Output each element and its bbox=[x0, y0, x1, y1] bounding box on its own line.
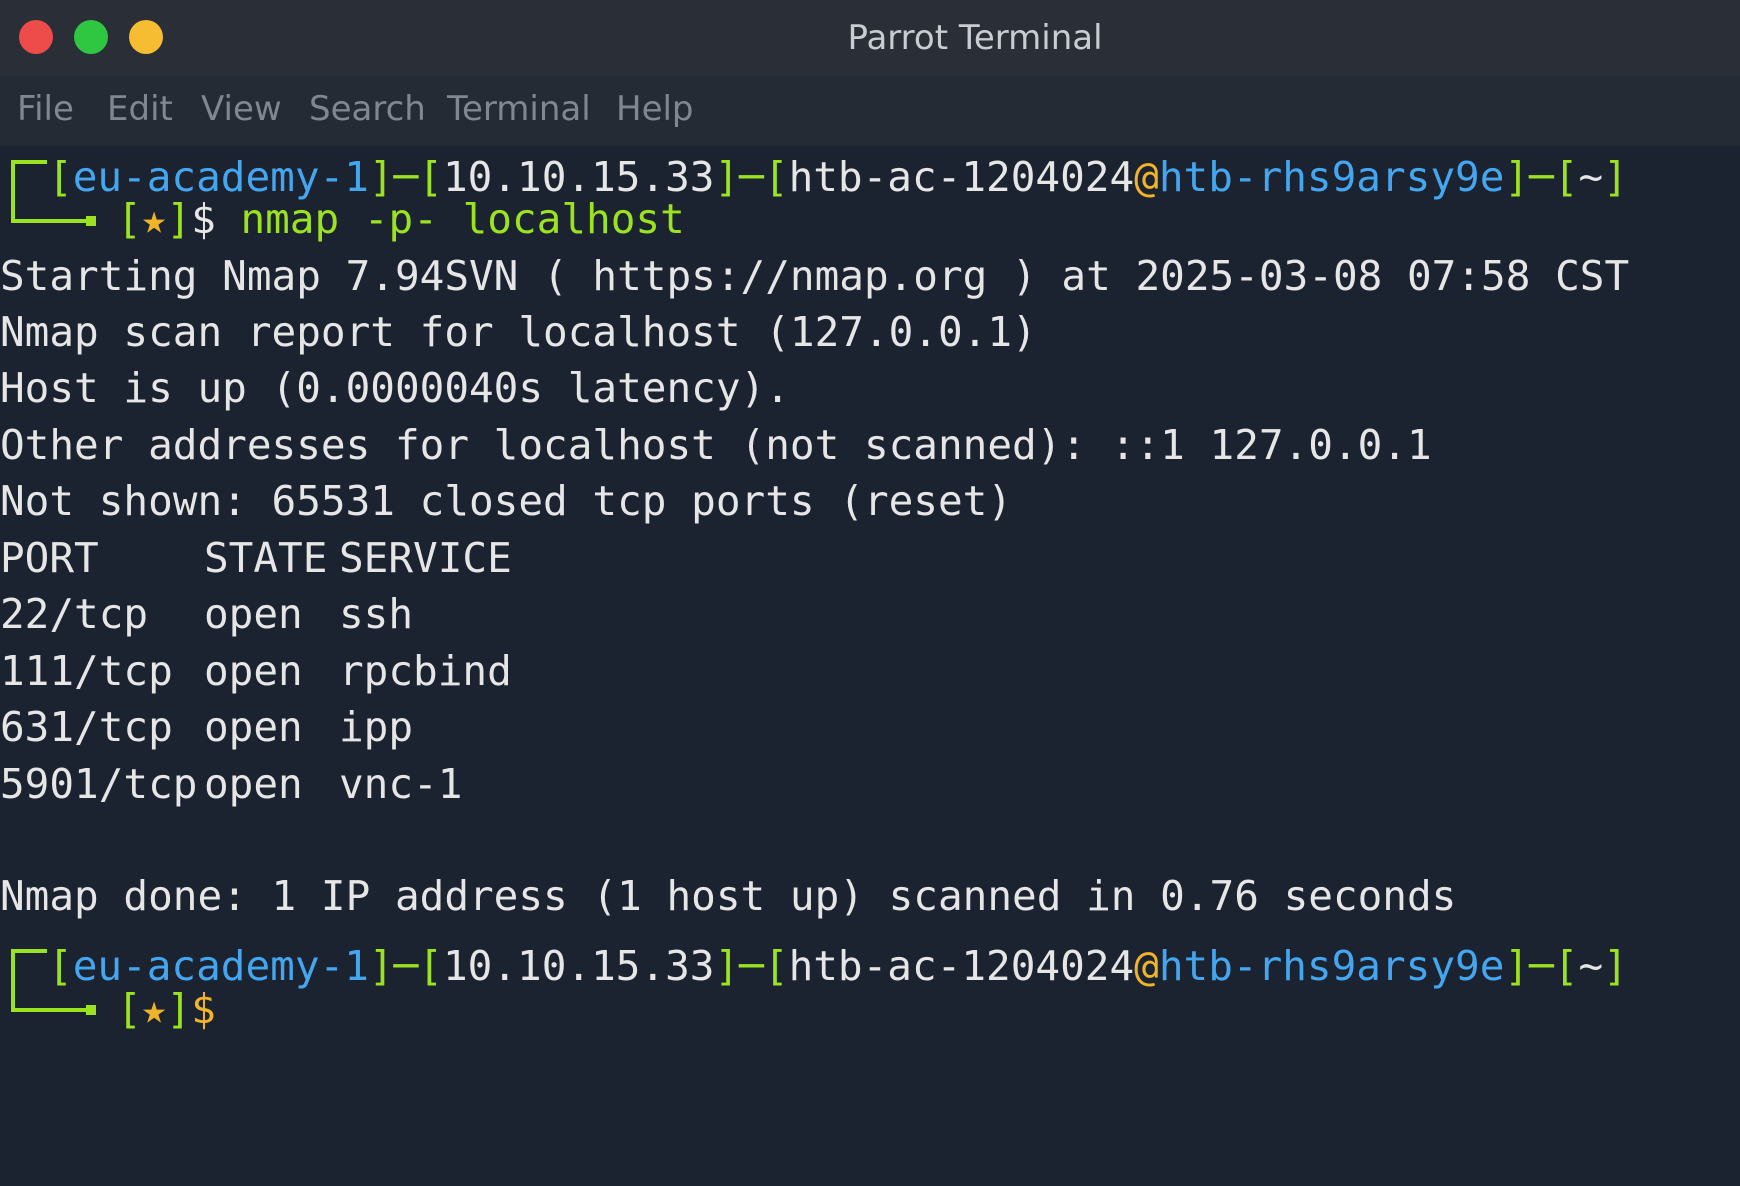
output-line: Host is up (0.0000040s latency). bbox=[0, 364, 790, 412]
output-line: Not shown: 65531 closed tcp ports (reset… bbox=[0, 477, 1013, 525]
terminal-window: Parrot Terminal File Edit View Search Te… bbox=[0, 0, 1740, 1186]
prompt-user: htb-ac-1204024 bbox=[788, 153, 1135, 201]
menu-file[interactable]: File bbox=[17, 89, 74, 129]
command-text: nmap -p- localhost bbox=[240, 195, 685, 243]
active-prompt[interactable]: [★]$ bbox=[117, 978, 236, 1040]
cursor[interactable] bbox=[216, 983, 236, 1023]
prompt-connector bbox=[11, 160, 15, 223]
prompt-dir: ~ bbox=[1578, 153, 1604, 201]
prompt-machine: htb-rhs9arsy9e bbox=[1158, 153, 1505, 201]
output-line: Starting Nmap 7.94SVN ( https://nmap.org… bbox=[0, 252, 1630, 300]
menu-help[interactable]: Help bbox=[616, 89, 694, 129]
output-line: Nmap scan report for localhost (127.0.0.… bbox=[0, 308, 1037, 356]
output-line: Other addresses for localhost (not scann… bbox=[0, 421, 1432, 469]
menu-search[interactable]: Search bbox=[309, 89, 426, 129]
title-bar: Parrot Terminal bbox=[0, 0, 1740, 76]
menu-bar: File Edit View Search Terminal Help bbox=[0, 76, 1740, 146]
output-line: Nmap done: 1 IP address (1 host up) scan… bbox=[0, 872, 1457, 920]
menu-view[interactable]: View bbox=[201, 89, 282, 129]
prompt-connector bbox=[11, 949, 15, 1012]
command-line: [★]$ nmap -p- localhost bbox=[117, 195, 685, 243]
prompt-header: [eu-academy-1]─[10.10.15.33]─[htb-ac-120… bbox=[48, 942, 1628, 990]
window-title: Parrot Terminal bbox=[847, 18, 1103, 58]
menu-edit[interactable]: Edit bbox=[107, 89, 173, 129]
menu-terminal[interactable]: Terminal bbox=[447, 89, 591, 129]
terminal-output[interactable]: [eu-academy-1]─[10.10.15.33]─[htb-ac-120… bbox=[0, 146, 1740, 1186]
